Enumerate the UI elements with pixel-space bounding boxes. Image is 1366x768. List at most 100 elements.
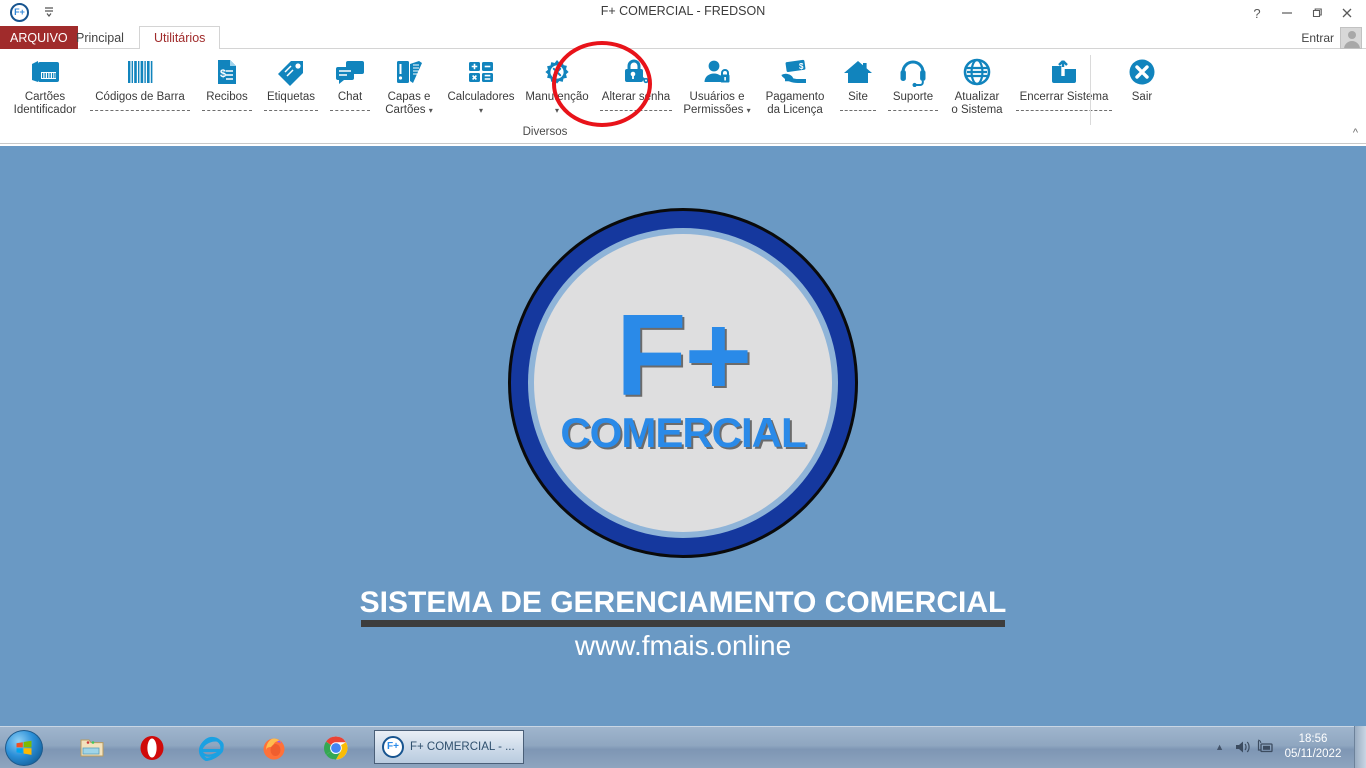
close-button[interactable] xyxy=(1332,0,1362,26)
ribbon-group-label: Diversos xyxy=(522,126,568,138)
collapse-ribbon-button[interactable]: ^ xyxy=(1353,127,1358,139)
svg-text:$: $ xyxy=(799,62,804,71)
ribbon-item-encerrar-sistema[interactable]: Encerrar Sistema xyxy=(1010,49,1118,127)
label-dashed-rule xyxy=(840,110,876,111)
taskbar-window-label: F+ COMERCIAL - ... xyxy=(410,741,515,753)
ribbon-item-label: Manutenção ▾ xyxy=(523,91,591,117)
ribbon-item-recibos[interactable]: $ Recibos xyxy=(196,49,258,127)
ribbon-item-pagamento-da-licenca[interactable]: $ Pagamento da Licença xyxy=(756,49,834,127)
label-dashed-rule xyxy=(90,110,190,111)
svg-text:$: $ xyxy=(220,68,226,80)
ribbon-item-usuarios-e-permissoes[interactable]: Usuários e Permissões ▾ xyxy=(678,49,756,127)
tagline-text: SISTEMA DE GERENCIAMENTO COMERCIAL xyxy=(359,586,1007,619)
ribbon-item-site[interactable]: Site xyxy=(834,49,882,127)
money-hand-icon: $ xyxy=(778,53,812,91)
label-dashed-rule xyxy=(264,110,318,111)
chevron-down-icon[interactable]: ▾ xyxy=(429,106,433,115)
clock[interactable]: 18:56 05/11/2022 xyxy=(1276,732,1350,762)
ribbon-item-label: Atualizar o Sistema xyxy=(951,91,1003,116)
internet-explorer-icon[interactable] xyxy=(198,734,226,762)
ribbon-item-label: Etiquetas xyxy=(261,91,321,111)
logo-wordmark: COMERCIAL xyxy=(560,409,806,457)
ribbon-item-label: Recibos xyxy=(199,91,255,111)
ribbon-item-label: Capas e Cartões ▾ xyxy=(385,91,433,116)
ribbon-item-label: Chat xyxy=(327,91,373,111)
chat-icon xyxy=(334,53,366,91)
taskbar xyxy=(0,726,1366,768)
clock-time: 18:56 xyxy=(1298,733,1328,745)
ribbon-item-alterar-senha[interactable]: Alterar senha xyxy=(594,49,678,127)
ribbon-item-label: Encerrar Sistema xyxy=(1013,91,1115,111)
clock-date: 05/11/2022 xyxy=(1284,748,1342,760)
tray-expand-icon[interactable]: ▲ xyxy=(1207,742,1232,752)
ribbon-item-label: Suporte xyxy=(885,91,941,111)
help-button[interactable]: ? xyxy=(1242,0,1272,26)
tagline-underline xyxy=(361,620,1005,627)
minimize-button[interactable] xyxy=(1272,0,1302,26)
windows-start-orb-icon[interactable] xyxy=(5,730,43,766)
globe-icon xyxy=(961,53,993,91)
ribbon-item-cartoes-identificador[interactable]: Cartões Identificador xyxy=(6,49,84,127)
chevron-down-icon[interactable]: ▾ xyxy=(445,104,517,117)
logo-fplus-mark: F+ xyxy=(615,289,753,420)
website-url: www.fmais.online xyxy=(574,630,792,661)
file-explorer-icon[interactable] xyxy=(78,734,106,762)
label-dashed-rule xyxy=(1016,110,1112,111)
tab-principal[interactable]: Principal xyxy=(62,26,138,49)
show-desktop-button[interactable] xyxy=(1354,726,1366,768)
main-content-area: F+ COMERCIAL SISTEMA DE GERENCIAMENTO CO… xyxy=(0,146,1366,726)
account-area[interactable]: Entrar xyxy=(1301,27,1362,49)
firefox-browser-icon[interactable] xyxy=(260,734,288,762)
barcode-icon xyxy=(123,53,157,91)
speaker-icon[interactable] xyxy=(1232,736,1254,758)
ribbon-group-divider xyxy=(1090,55,1091,125)
ribbon-tab-strip: ARQUIVO Principal Utilitários xyxy=(0,26,1366,50)
id-card-icon xyxy=(28,53,62,91)
app-logo: F+ COMERCIAL xyxy=(508,208,858,558)
opera-browser-icon[interactable] xyxy=(138,734,166,762)
logo-inner-disc: F+ COMERCIAL xyxy=(534,234,832,532)
title-bar: F+ F+ COMERCIAL - FREDSON ? xyxy=(0,0,1366,26)
ribbon-item-atualizar-o-sistema[interactable]: Atualizar o Sistema xyxy=(944,49,1010,127)
ribbon-item-label: Cartões Identificador xyxy=(13,91,77,116)
taskbar-window-button[interactable]: F+ F+ COMERCIAL - ... xyxy=(374,730,524,764)
calculator-icon xyxy=(465,53,497,91)
app-logo-badge: F+ xyxy=(382,736,404,758)
label-dashed-rule xyxy=(202,110,252,111)
ribbon-item-codigos-de-barra[interactable]: Códigos de Barra xyxy=(84,49,196,127)
ribbon-item-sair[interactable]: Sair xyxy=(1118,49,1166,127)
ribbon-item-capas-e-cartoes[interactable]: Capas e Cartões ▾ xyxy=(376,49,442,127)
folder-close-icon xyxy=(1048,53,1080,91)
receipt-icon: $ xyxy=(212,53,242,91)
lock-key-icon xyxy=(620,53,652,91)
ribbon-item-label: Site xyxy=(837,91,879,111)
ribbon-item-calculadores[interactable]: Calculadores ▾ xyxy=(442,49,520,127)
ribbon-item-label: Alterar senha xyxy=(597,91,675,111)
label-dashed-rule xyxy=(600,110,672,111)
ribbon-item-suporte[interactable]: Suporte xyxy=(882,49,944,127)
ribbon-item-chat[interactable]: Chat xyxy=(324,49,376,127)
ribbon-item-label: Sair xyxy=(1131,91,1153,103)
gear-wrench-icon xyxy=(541,53,573,91)
label-dashed-rule xyxy=(330,110,370,111)
chevron-down-icon[interactable]: ▾ xyxy=(747,106,751,115)
sign-in-label[interactable]: Entrar xyxy=(1301,31,1334,45)
ribbon-item-manutencao[interactable]: Manutenção ▾ xyxy=(520,49,594,127)
tab-utilitarios[interactable]: Utilitários xyxy=(139,26,221,50)
chevron-down-icon[interactable]: ▾ xyxy=(523,104,591,117)
chrome-browser-icon[interactable] xyxy=(322,734,350,762)
network-icon[interactable] xyxy=(1254,736,1276,758)
label-dashed-rule xyxy=(888,110,938,111)
ribbon-item-label: Códigos de Barra xyxy=(87,91,193,111)
tag-icon xyxy=(275,53,307,91)
home-icon xyxy=(842,53,874,91)
ribbon-item-etiquetas[interactable]: Etiquetas xyxy=(258,49,324,127)
exit-x-icon xyxy=(1127,53,1157,91)
window-title: F+ COMERCIAL - FREDSON xyxy=(600,4,766,18)
folder-cards-icon xyxy=(393,53,425,91)
user-avatar-icon[interactable] xyxy=(1340,27,1362,49)
headset-icon xyxy=(897,53,929,91)
ribbon-item-label: Usuários e Permissões ▾ xyxy=(683,91,751,116)
maximize-button[interactable] xyxy=(1302,0,1332,26)
ribbon-group-diversos: Cartões Identificador Códigos de Barra $… xyxy=(6,49,1166,127)
